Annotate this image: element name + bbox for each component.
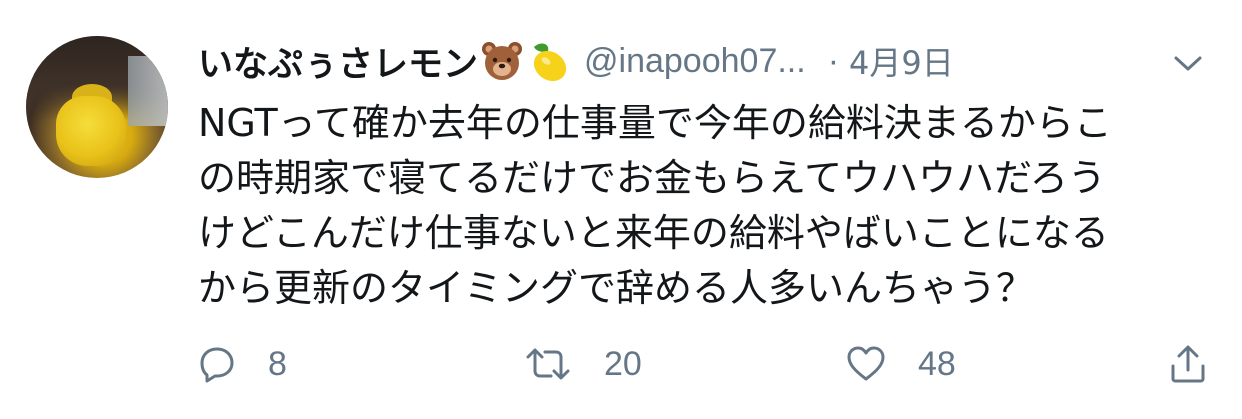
- separator-dot: ·: [827, 41, 840, 80]
- tweet-text-line: から更新のタイミングで辞める人多いんちゃう？: [198, 266, 1035, 310]
- tweet-date[interactable]: 4月9日: [849, 38, 954, 84]
- tweet-header: いなぷぅさレモン @inapooh07... · 4月9日: [198, 34, 954, 88]
- avatar-background-shape: [128, 56, 168, 126]
- reply-count: 8: [268, 344, 287, 383]
- tweet-text-line: の時期家で寝てるだけでお金もらえてウハウハだろう: [198, 156, 1106, 200]
- bear-face-emoji: [482, 42, 523, 80]
- tweet-text-line: けどこんだけ仕事ないと来年の給料やばいことになる: [198, 211, 1109, 255]
- share-icon: [1171, 345, 1205, 383]
- chevron-down-icon[interactable]: [1168, 52, 1208, 76]
- lemon-emoji: [533, 43, 567, 82]
- display-name[interactable]: いなぷぅさレモン: [198, 36, 478, 87]
- heart-icon: [847, 346, 885, 381]
- reply-icon: [200, 347, 234, 383]
- retweet-icon: [526, 348, 570, 380]
- share-button[interactable]: [1168, 336, 1208, 392]
- tweet-card[interactable]: いなぷぅさレモン @inapooh07... · 4月9日 NGTって確か去年の…: [0, 0, 1242, 419]
- retweet-count: 20: [604, 344, 642, 383]
- avatar[interactable]: [26, 36, 168, 178]
- tweet-actions: 8 20 48: [198, 336, 1218, 392]
- reply-button[interactable]: 8: [198, 336, 287, 392]
- like-button[interactable]: 48: [846, 336, 956, 392]
- avatar-plush-shape: [56, 96, 126, 166]
- tweet-text-line: NGTって確か去年の仕事量で今年の給料決まるからこ: [198, 101, 1112, 145]
- tweet-text: NGTって確か去年の仕事量で今年の給料決まるからこ の時期家で寝てるだけでお金も…: [198, 96, 1218, 316]
- retweet-button[interactable]: 20: [524, 336, 642, 392]
- user-handle[interactable]: @inapooh07...: [584, 42, 806, 81]
- like-count: 48: [918, 344, 956, 383]
